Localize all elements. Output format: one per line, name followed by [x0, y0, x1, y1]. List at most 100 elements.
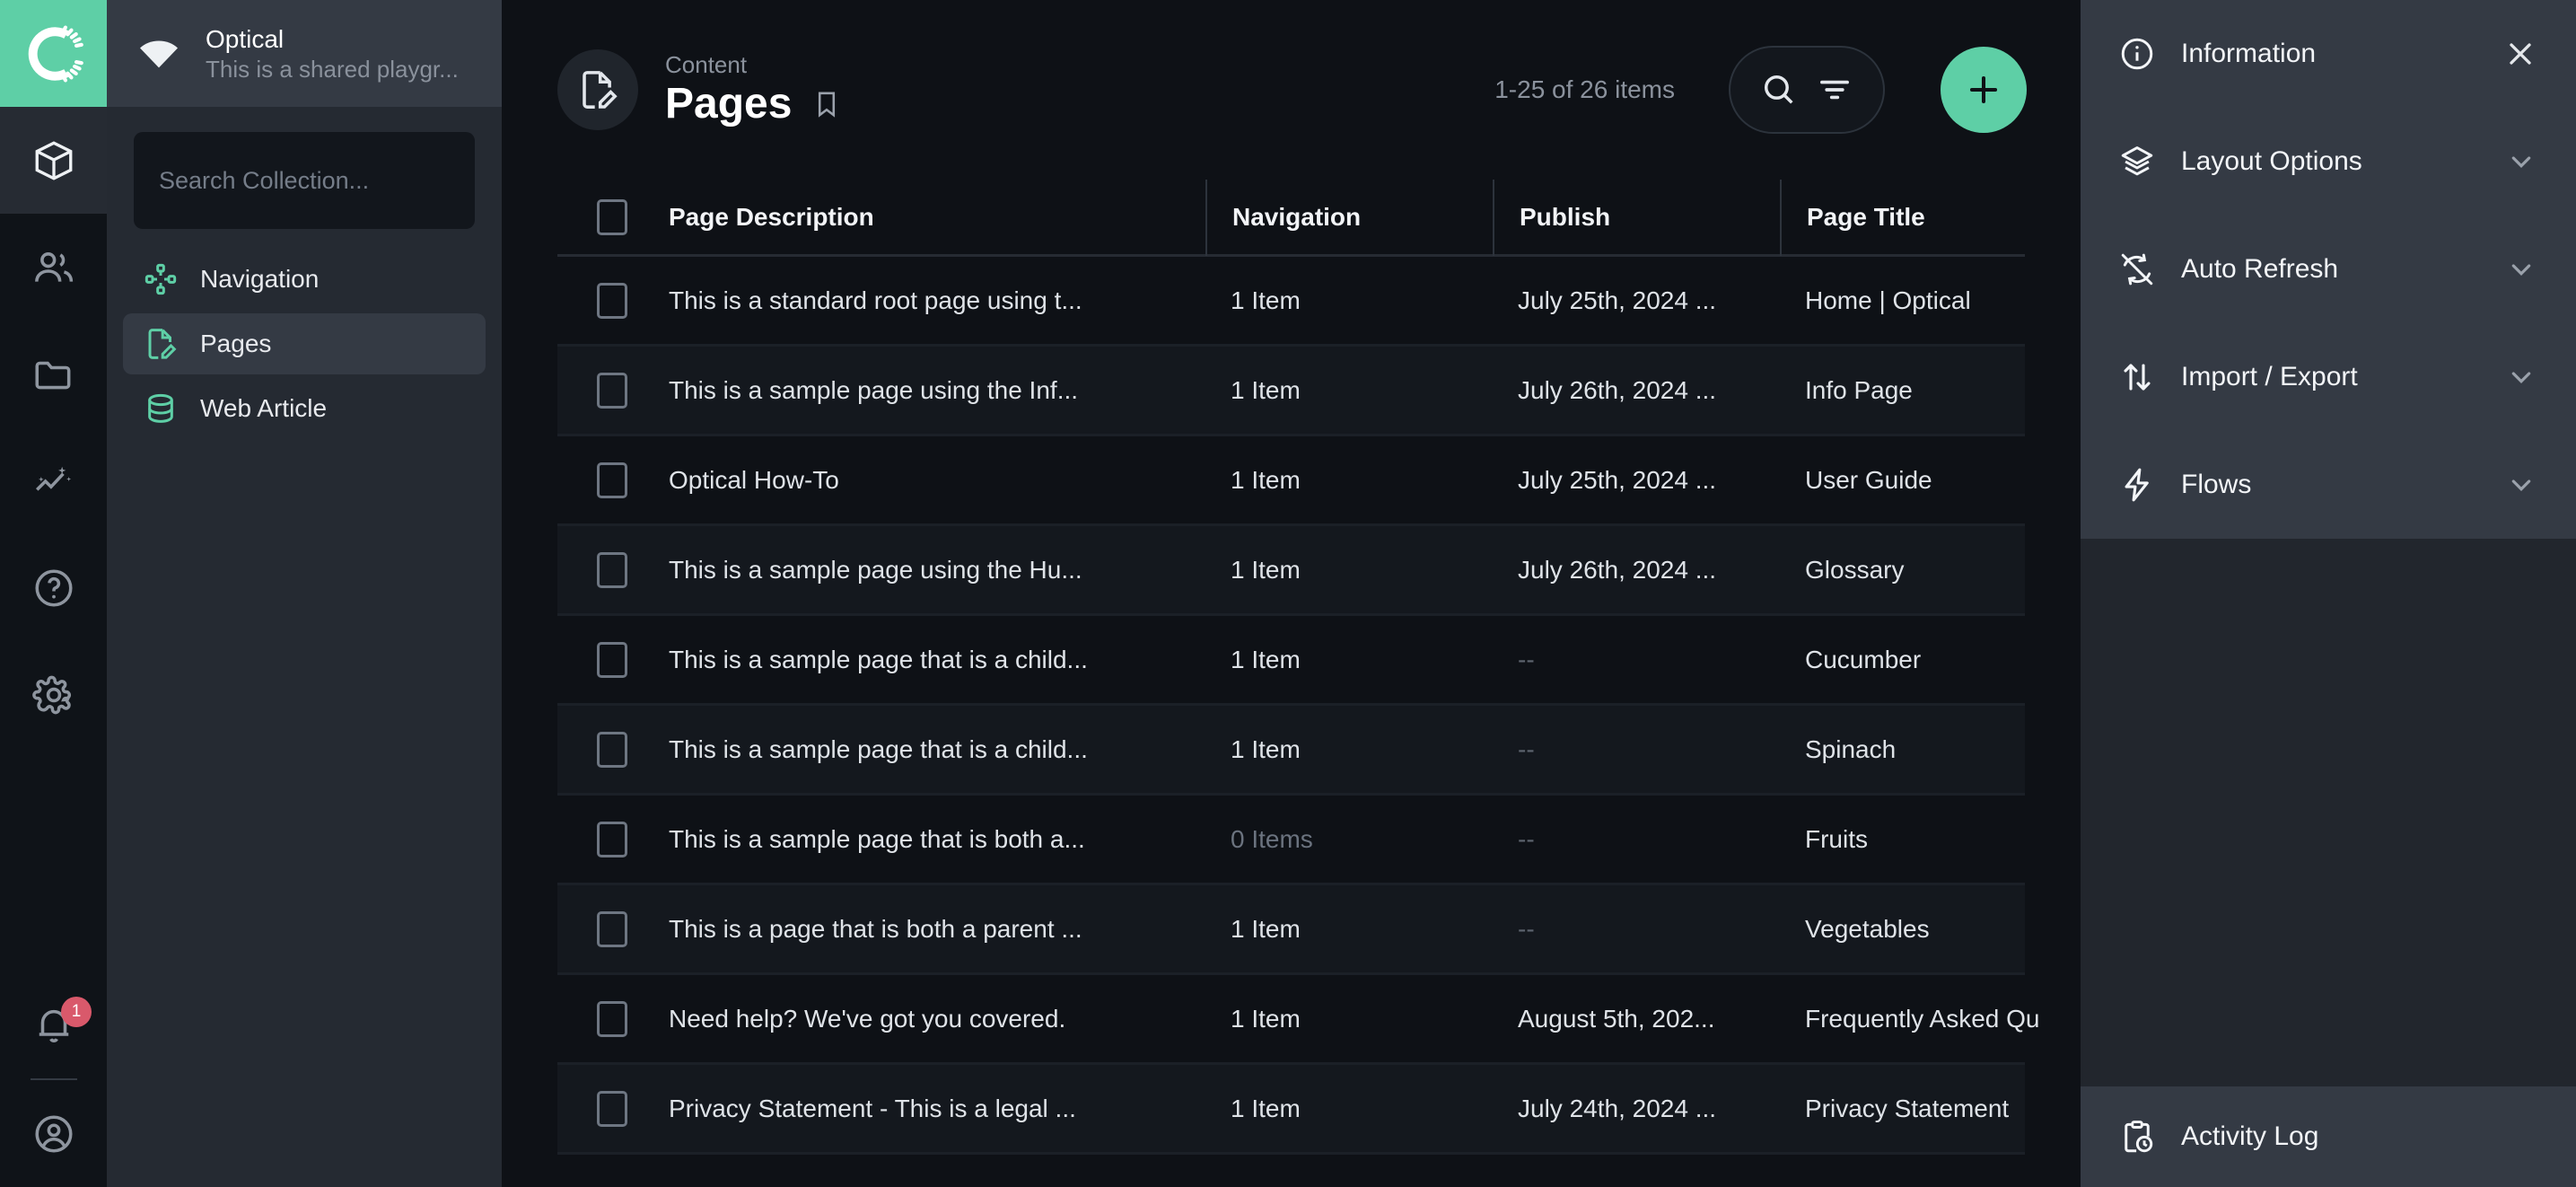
table-row[interactable]: This is a standard root page using t... 1…	[557, 257, 2025, 347]
cell-page-title: Frequently Asked Qu	[1805, 1004, 2040, 1033]
cell-page-title: Vegetables	[1805, 914, 1930, 943]
column-header-navigation[interactable]: Navigation	[1205, 180, 1493, 256]
row-checkbox[interactable]	[597, 641, 627, 678]
row-checkbox[interactable]	[597, 731, 627, 768]
table-row[interactable]: This is a sample page that is both a... 0…	[557, 796, 2025, 885]
search-filter-pill[interactable]	[1729, 46, 1885, 134]
cell-page-title: Glossary	[1805, 555, 1905, 584]
chevron-down-icon[interactable]	[2504, 145, 2538, 179]
collection-item-navigation[interactable]: Navigation	[123, 249, 486, 310]
sidebar-item-files[interactable]	[0, 321, 107, 427]
column-header-page-title[interactable]: Page Title	[1780, 180, 2049, 256]
breadcrumb: Content	[665, 50, 748, 78]
project-header[interactable]: Optical This is a shared playgr...	[107, 0, 502, 107]
cell-publish: July 26th, 2024 ...	[1518, 555, 1717, 584]
sidebar-item-collections[interactable]	[0, 107, 107, 214]
row-select-cell	[557, 462, 644, 498]
notifications-button[interactable]: 1	[0, 972, 107, 1078]
filter-icon[interactable]	[1815, 70, 1854, 110]
account-circle-icon	[34, 1114, 73, 1153]
project-header-text: Optical This is a shared playgr...	[206, 23, 459, 84]
row-checkbox[interactable]	[597, 551, 627, 588]
collection-item-label: Pages	[200, 330, 272, 357]
row-checkbox[interactable]	[597, 372, 627, 409]
panel-section-layout-options[interactable]: Layout Options	[2081, 108, 2576, 215]
sidebar-item-settings[interactable]	[0, 641, 107, 748]
sidebar-item-help[interactable]	[0, 534, 107, 641]
brand-logo[interactable]	[0, 0, 107, 107]
table-row[interactable]: This is a sample page using the Hu... 1 I…	[557, 526, 2025, 616]
bookmark-icon[interactable]	[811, 89, 842, 119]
cell-spacer	[2049, 884, 2074, 974]
cell-spacer	[2049, 705, 2074, 795]
page-title: Pages	[665, 79, 793, 127]
column-header-publish[interactable]: Publish	[1493, 180, 1780, 256]
close-icon[interactable]	[2502, 36, 2538, 72]
right-panel: Information Layout Options Auto Refresh	[2081, 0, 2576, 1187]
panel-section-import-export[interactable]: Import / Export	[2081, 323, 2576, 431]
row-checkbox[interactable]	[597, 910, 627, 947]
collection-item-web-article[interactable]: Web Article	[123, 378, 486, 439]
row-checkbox[interactable]	[597, 462, 627, 498]
cell-spacer	[2049, 795, 2074, 884]
row-checkbox[interactable]	[597, 1000, 627, 1037]
cell-navigation: 1 Item	[1231, 555, 1301, 584]
sidebar-item-users[interactable]	[0, 214, 107, 321]
insights-icon	[35, 466, 71, 491]
row-checkbox[interactable]	[597, 821, 627, 857]
collection-list: Navigation Pages Web Article	[107, 249, 502, 439]
search-collection-input[interactable]	[134, 132, 475, 229]
table-row[interactable]: This is a sample page that is a child...…	[557, 616, 2025, 706]
plus-icon	[1969, 75, 1998, 104]
table-row[interactable]: Privacy Statement - This is a legal ... 1…	[557, 1065, 2025, 1155]
table-header-row: Page Description Navigation Publish Page…	[557, 180, 2025, 257]
cell-publish: --	[1518, 734, 1535, 763]
table-row[interactable]: This is a sample page using the Inf... 1 …	[557, 347, 2025, 436]
select-all-checkbox[interactable]	[597, 198, 627, 235]
app-root: 1 Optical This is a shared playgr... Sea…	[0, 0, 2576, 1187]
activity-log-button[interactable]: Activity Log	[2081, 1086, 2576, 1187]
chevron-down-icon[interactable]	[2504, 468, 2538, 502]
collection-search-wrapper	[107, 107, 502, 249]
row-select-cell	[557, 551, 644, 588]
import-export-icon	[2124, 364, 2151, 391]
select-all-cell	[557, 198, 644, 235]
cell-page-description: This is a sample page that is a child...	[669, 734, 1088, 763]
cell-publish: July 25th, 2024 ...	[1518, 286, 1717, 314]
row-checkbox[interactable]	[597, 282, 627, 319]
cell-spacer	[2049, 525, 2074, 615]
page-title-row: Pages	[665, 79, 842, 127]
refresh-off-icon	[2121, 253, 2153, 286]
panel-section-information[interactable]: Information	[2081, 0, 2576, 108]
account-button[interactable]	[0, 1080, 107, 1187]
table-row[interactable]: This is a page that is both a parent ...…	[557, 885, 2025, 975]
cell-publish: --	[1518, 645, 1535, 673]
sidebar-item-insights[interactable]	[0, 427, 107, 534]
row-checkbox[interactable]	[597, 1090, 627, 1127]
row-select-cell	[557, 731, 644, 768]
chevron-down-icon[interactable]	[2504, 360, 2538, 394]
optical-ring-logo-icon	[28, 25, 83, 82]
column-header-page-description[interactable]: Page Description	[644, 180, 1205, 256]
chevron-down-icon[interactable]	[2504, 252, 2538, 286]
content-table: Page Description Navigation Publish Page…	[502, 180, 2081, 1187]
database-icon	[148, 393, 173, 423]
search-icon[interactable]	[1759, 70, 1799, 110]
panel-section-auto-refresh[interactable]: Auto Refresh	[2081, 215, 2576, 323]
cell-publish: July 24th, 2024 ...	[1518, 1094, 1717, 1122]
panel-section-flows[interactable]: Flows	[2081, 431, 2576, 539]
add-column-cell[interactable]	[2049, 201, 2081, 233]
row-select-cell	[557, 282, 644, 319]
cell-page-description: This is a sample page that is a child...	[669, 645, 1088, 673]
table-row[interactable]: This is a sample page that is a child...…	[557, 706, 2025, 796]
table-row[interactable]: Optical How-To 1 Item July 25th, 2024 ... U…	[557, 436, 2025, 526]
gear-icon	[31, 675, 71, 714]
collection-item-pages[interactable]: Pages	[123, 313, 486, 374]
cell-page-title: Info Page	[1805, 375, 1913, 404]
cell-page-description: This is a page that is both a parent ...	[669, 914, 1082, 943]
collection-item-label: Web Article	[200, 394, 328, 422]
add-item-button[interactable]	[1941, 47, 2027, 133]
table-row[interactable]: Need help? We've got you covered. 1 Item A…	[557, 975, 2039, 1065]
collection-item-label: Navigation	[200, 265, 320, 293]
cell-page-description: Optical How-To	[669, 465, 839, 494]
